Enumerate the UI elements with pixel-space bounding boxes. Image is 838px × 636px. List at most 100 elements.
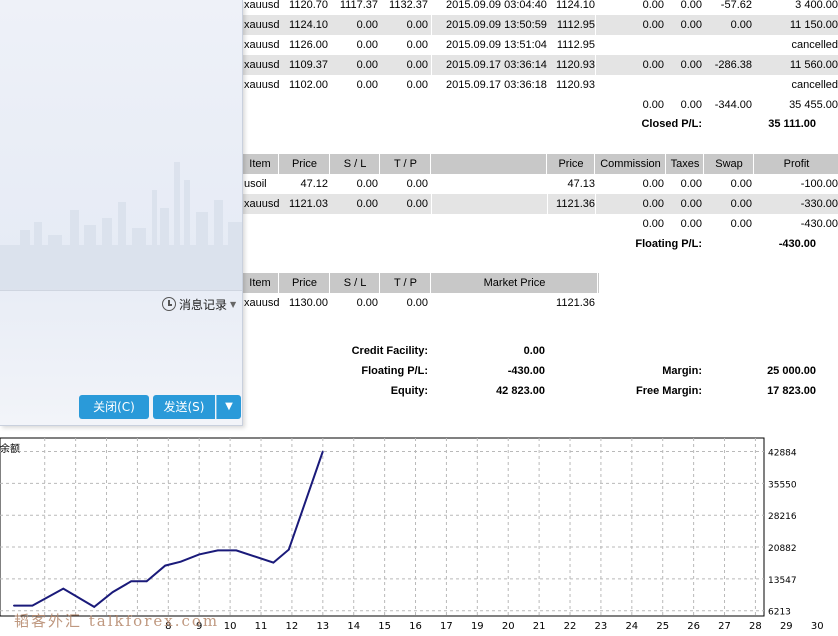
message-history-link[interactable]: 消息记录 ▼: [162, 295, 236, 313]
cell-swap: [705, 75, 752, 95]
cell-profit: 3 400.00: [795, 0, 838, 11]
balance-point: [93, 606, 95, 608]
cell-swap: 0.00: [730, 19, 752, 31]
balance-point: [111, 591, 114, 593]
balance-point: [130, 580, 133, 583]
cell-item: xauusd: [244, 39, 280, 51]
chat-window[interactable]: 消息记录 ▼ 关闭(C) 发送(S) ▼: [0, 0, 243, 426]
open-trades-header: Item Price S / L T / P Price Commission …: [242, 154, 838, 174]
cell-sl: 1117.37: [339, 0, 378, 11]
balance-point: [272, 561, 275, 564]
send-options-dropdown[interactable]: ▼: [216, 395, 241, 419]
cell-tp: 0.00: [406, 59, 428, 71]
closed-trade-row: xauusd 1124.10 0.00 0.00 2015.09.09 13:50:59…: [242, 15, 838, 35]
cell-sl: 0.00: [356, 59, 378, 71]
x-tick-label: 17: [440, 621, 453, 632]
header-market-price: Market Price: [432, 273, 598, 293]
balance-point: [288, 548, 290, 551]
cell-tp: 1132.37: [389, 0, 428, 11]
equity-value: 42 823.00: [496, 385, 545, 397]
cell-close-price: 1112.95: [556, 39, 595, 51]
cell-price: 1102.00: [289, 79, 328, 91]
cell-commission: 0.00: [642, 0, 664, 11]
cell-close-price: 1120.93: [556, 79, 595, 91]
y-tick-label: 35550: [768, 480, 797, 490]
y-tick-label: 13547: [768, 576, 797, 586]
cell-item: xauusd: [244, 0, 280, 11]
header-sl: S / L: [331, 273, 380, 293]
x-tick-label: 14: [347, 621, 360, 632]
cell-commission: 0.00: [642, 59, 664, 71]
cell-taxes: 0.00: [680, 59, 702, 71]
closed-totals-row: 0.00 0.00 -344.00 35 455.00: [242, 95, 838, 115]
cell-price: 1121.03: [289, 198, 328, 210]
triangle-down-icon: ▼: [230, 299, 237, 309]
balance-chart: 8 9 10 11 12 13 14 15 16 17 19 20 21 22 23 24 25 26 27 28 29…: [0, 437, 824, 632]
floating-pl-label: Floating P/L:: [361, 365, 428, 377]
total-profit: 35 455.00: [789, 99, 838, 111]
floating-pl-label: Floating P/L:: [635, 238, 702, 250]
total-taxes: 0.00: [680, 218, 702, 230]
cell-close-price: 1112.95: [556, 19, 595, 31]
x-tick-label: 10: [224, 621, 237, 632]
x-tick-label: 16: [409, 621, 422, 632]
cell-profit: 11 150.00: [789, 19, 838, 31]
x-tick-label: 25: [656, 621, 669, 632]
cell-swap: -286.38: [714, 59, 752, 71]
open-trade-row: xauusd 1121.03 0.00 0.00 1121.36 0.00 0.00 0.00…: [242, 194, 838, 214]
cell-item: xauusd: [244, 19, 280, 31]
cell-commission: [596, 75, 664, 95]
working-order-row: xauusd 1130.00 0.00 0.00 1121.36: [242, 293, 838, 313]
cell-commission: 0.00: [642, 178, 664, 190]
send-button[interactable]: 发送(S): [153, 395, 215, 419]
cell-tp: 0.00: [406, 178, 428, 190]
x-tick-label: 23: [595, 621, 608, 632]
total-commission: 0.00: [642, 99, 664, 111]
row-shade: [432, 194, 547, 214]
free-margin-value: 17 823.00: [767, 385, 816, 397]
credit-facility-value: 0.00: [523, 345, 545, 357]
clock-icon: [162, 297, 176, 311]
floating-pl-row: Floating P/L: -430.00: [242, 234, 838, 254]
total-commission: 0.00: [642, 218, 664, 230]
closed-trade-row: xauusd 1120.70 1117.37 1132.37 2015.09.09 03…: [242, 0, 838, 15]
cell-price: 47.12: [300, 178, 328, 190]
city-skyline-image: [0, 162, 242, 290]
cell-sl: 0.00: [356, 19, 378, 31]
header-blank: [432, 154, 547, 174]
total-profit: -430.00: [800, 218, 838, 230]
y-tick-label: 20882: [768, 544, 797, 554]
cell-taxes: [667, 75, 702, 95]
header-price: Price: [280, 273, 330, 293]
x-tick-label: 28: [749, 621, 762, 632]
header-tp: T / P: [381, 154, 431, 174]
cell-sl: 0.00: [356, 79, 378, 91]
balance-point: [198, 553, 201, 556]
cell-item: usoil: [244, 178, 267, 190]
open-trade-row: usoil 47.12 0.00 0.00 47.13 0.00 0.00 0.00 -100.…: [242, 174, 838, 194]
triangle-down-icon: ▼: [225, 401, 233, 412]
cell-profit: cancelled: [791, 79, 838, 91]
open-totals-row: 0.00 0.00 0.00 -430.00: [242, 214, 838, 234]
close-button[interactable]: 关闭(C): [79, 395, 149, 419]
cell-close-price: 1121.36: [556, 198, 595, 210]
cell-profit: 11 560.00: [789, 59, 838, 71]
x-tick-label: 22: [564, 621, 577, 632]
balance-point: [145, 580, 148, 583]
x-tick-label: 29: [780, 621, 793, 632]
cell-sl: 0.00: [356, 178, 378, 190]
cell-item: xauusd: [244, 79, 280, 91]
total-swap: -344.00: [714, 99, 752, 111]
cell-swap: 0.00: [730, 198, 752, 210]
total-swap: 0.00: [730, 218, 752, 230]
header-item: Item: [242, 273, 279, 293]
x-tick-label: 27: [718, 621, 731, 632]
cell-swap: 0.00: [730, 178, 752, 190]
closed-trade-row: xauusd 1126.00 0.00 0.00 2015.09.09 13:51:04…: [242, 35, 838, 55]
cell-swap: -57.62: [720, 0, 752, 11]
cell-item: xauusd: [244, 59, 280, 71]
credit-facility-label: Credit Facility:: [351, 345, 428, 357]
cell-price: 1126.00: [289, 39, 328, 51]
cell-tp: 0.00: [406, 297, 428, 309]
header-commission: Commission: [596, 154, 666, 174]
